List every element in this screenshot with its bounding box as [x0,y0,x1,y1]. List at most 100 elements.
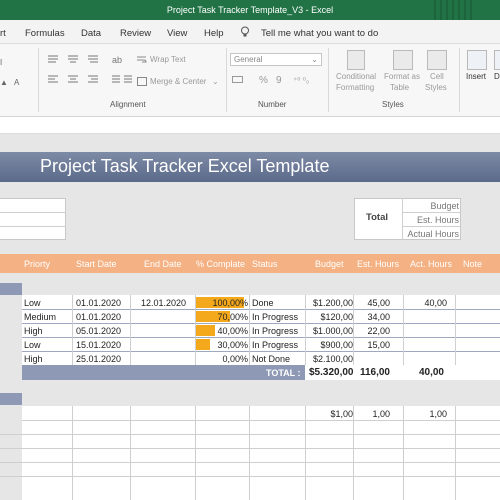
cell-budget[interactable]: $120,00 [320,312,353,322]
number-format-combo[interactable]: General ⌄ [230,53,322,66]
conditional-formatting-label-2[interactable]: Formatting [336,83,374,92]
decimal-icons[interactable]: ⁺⁰ ⁰₀ [293,76,309,85]
ribbon-separator [459,48,460,112]
cell-budget[interactable]: $2.100,00 [313,354,353,364]
delete-button[interactable]: D [494,72,500,81]
cell-est-hours[interactable]: 15,00 [367,340,390,350]
cell-status[interactable]: In Progress [252,312,298,322]
menu-item-data[interactable]: Data [81,28,101,39]
column-header[interactable]: Act. Hours [410,259,452,269]
delete-cells-icon[interactable] [494,50,500,70]
indent-icons[interactable] [112,74,134,84]
column-header[interactable]: End Date [144,259,182,269]
cell-priority[interactable]: High [24,326,43,336]
cell-priority[interactable]: Low [24,298,41,308]
total-act-hours[interactable]: 40,00 [419,367,444,378]
summary-total-label: Total [366,212,388,223]
merge-center-icon[interactable] [137,77,147,86]
cell-status[interactable]: Not Done [252,354,290,364]
column-header[interactable]: Note [463,259,482,269]
italic-icon[interactable]: I [0,58,2,67]
font-color-icon[interactable]: ▲ [0,78,8,87]
cell-status[interactable]: Done [252,298,274,308]
comma-button[interactable]: 9 [276,75,282,86]
column-header-row: Priorty Start Date End Date % Complate S… [0,254,500,273]
total-est-hours[interactable]: 116,00 [360,367,390,378]
format-as-table-label-2[interactable]: Table [390,83,409,92]
cell-est-hours[interactable]: 34,00 [367,312,390,322]
cell-start-date[interactable]: 15.01.2020 [76,340,121,350]
summary-budget-label: Budget [430,201,459,211]
cell-end-date[interactable]: 12.01.2020 [141,298,186,308]
merge-center-button[interactable]: Merge & Center [150,77,206,86]
cell-priority[interactable]: High [24,354,43,364]
number-format-value: General [234,55,263,64]
orientation-icon[interactable]: ab [112,54,124,64]
wrap-text-button[interactable]: Wrap Text [150,55,186,64]
cell-status[interactable]: In Progress [252,340,298,350]
cell-act-hours[interactable]: 40,00 [424,298,447,308]
menu-item-review[interactable]: Review [120,28,151,39]
cell-complete[interactable]: 30,00% [217,340,248,350]
cell-budget[interactable]: $1.200,00 [313,298,353,308]
column-header[interactable]: Start Date [76,259,117,269]
complete-bar [196,325,215,336]
cell-start-date[interactable]: 01.01.2020 [76,312,121,322]
cell-est-hours[interactable]: 45,00 [367,298,390,308]
conditional-formatting-icon[interactable] [347,50,365,70]
chevron-down-icon[interactable]: ⌄ [212,77,219,86]
menu-item-help[interactable]: Help [204,28,224,39]
info-box[interactable] [0,198,66,240]
cell-budget[interactable]: $900,00 [320,340,353,350]
ribbon-separator [226,48,227,112]
cell-start-date[interactable]: 25.01.2020 [76,354,121,364]
menu-bar: rt Formulas Data Review View Help Tell m… [0,20,500,44]
cell-styles-label-2[interactable]: Styles [425,83,447,92]
currency-icon[interactable] [232,75,246,85]
cell-priority[interactable]: Low [24,340,41,350]
ribbon-separator [328,48,329,112]
column-header[interactable]: % Complate [196,259,245,269]
summary-est-hours-label: Est. Hours [416,215,459,225]
menu-item-insert[interactable]: rt [0,28,6,39]
window-decoration [434,0,494,20]
conditional-formatting-label-1[interactable]: Conditional [336,72,376,81]
cell-est-hours[interactable]: 22,00 [367,326,390,336]
menu-item-formulas[interactable]: Formulas [25,28,65,39]
cell-budget[interactable]: $1.000,00 [313,326,353,336]
format-as-table-label-1[interactable]: Format as [384,72,420,81]
insert-button[interactable]: Insert [466,72,486,81]
insert-cells-icon[interactable] [467,50,487,70]
cell-complete[interactable]: 70,00% [217,312,248,322]
cell-complete[interactable]: 40,00% [217,326,248,336]
align-top-icons[interactable] [48,54,104,64]
cell-start-date[interactable]: 01.01.2020 [76,298,121,308]
font-size-up-icon[interactable]: A [14,78,19,87]
column-header[interactable]: Status [252,259,278,269]
tell-me-search[interactable]: Tell me what you want to do [261,28,378,39]
second-act-hours[interactable]: 1,00 [429,409,447,419]
cell-start-date[interactable]: 05.01.2020 [76,326,121,336]
wrap-text-icon[interactable] [137,55,147,64]
cell-styles-icon[interactable] [427,50,447,70]
cell-styles-label-1[interactable]: Cell [430,72,444,81]
format-as-table-icon[interactable] [393,50,413,70]
column-header[interactable]: Priorty [24,259,50,269]
cell-complete[interactable]: 0,00% [222,354,248,364]
total-budget[interactable]: $5.320,00 [309,367,354,378]
second-est-hours[interactable]: 1,00 [372,409,390,419]
group-marker [0,393,22,405]
cell-priority[interactable]: Medium [24,312,56,322]
title-bar: Project Task Tracker Template_V3 - Excel [0,0,500,20]
cell-complete[interactable]: 100,00% [212,298,248,308]
second-budget[interactable]: $1,00 [330,409,353,419]
chevron-down-icon: ⌄ [311,55,318,64]
cell-status[interactable]: In Progress [252,326,298,336]
formula-bar[interactable] [0,118,500,134]
menu-item-view[interactable]: View [167,28,187,39]
styles-group-label: Styles [382,100,404,109]
column-header[interactable]: Budget [315,259,344,269]
percent-button[interactable]: % [259,75,268,86]
column-header[interactable]: Est. Hours [357,259,399,269]
align-horizontal-icons[interactable] [48,74,108,84]
